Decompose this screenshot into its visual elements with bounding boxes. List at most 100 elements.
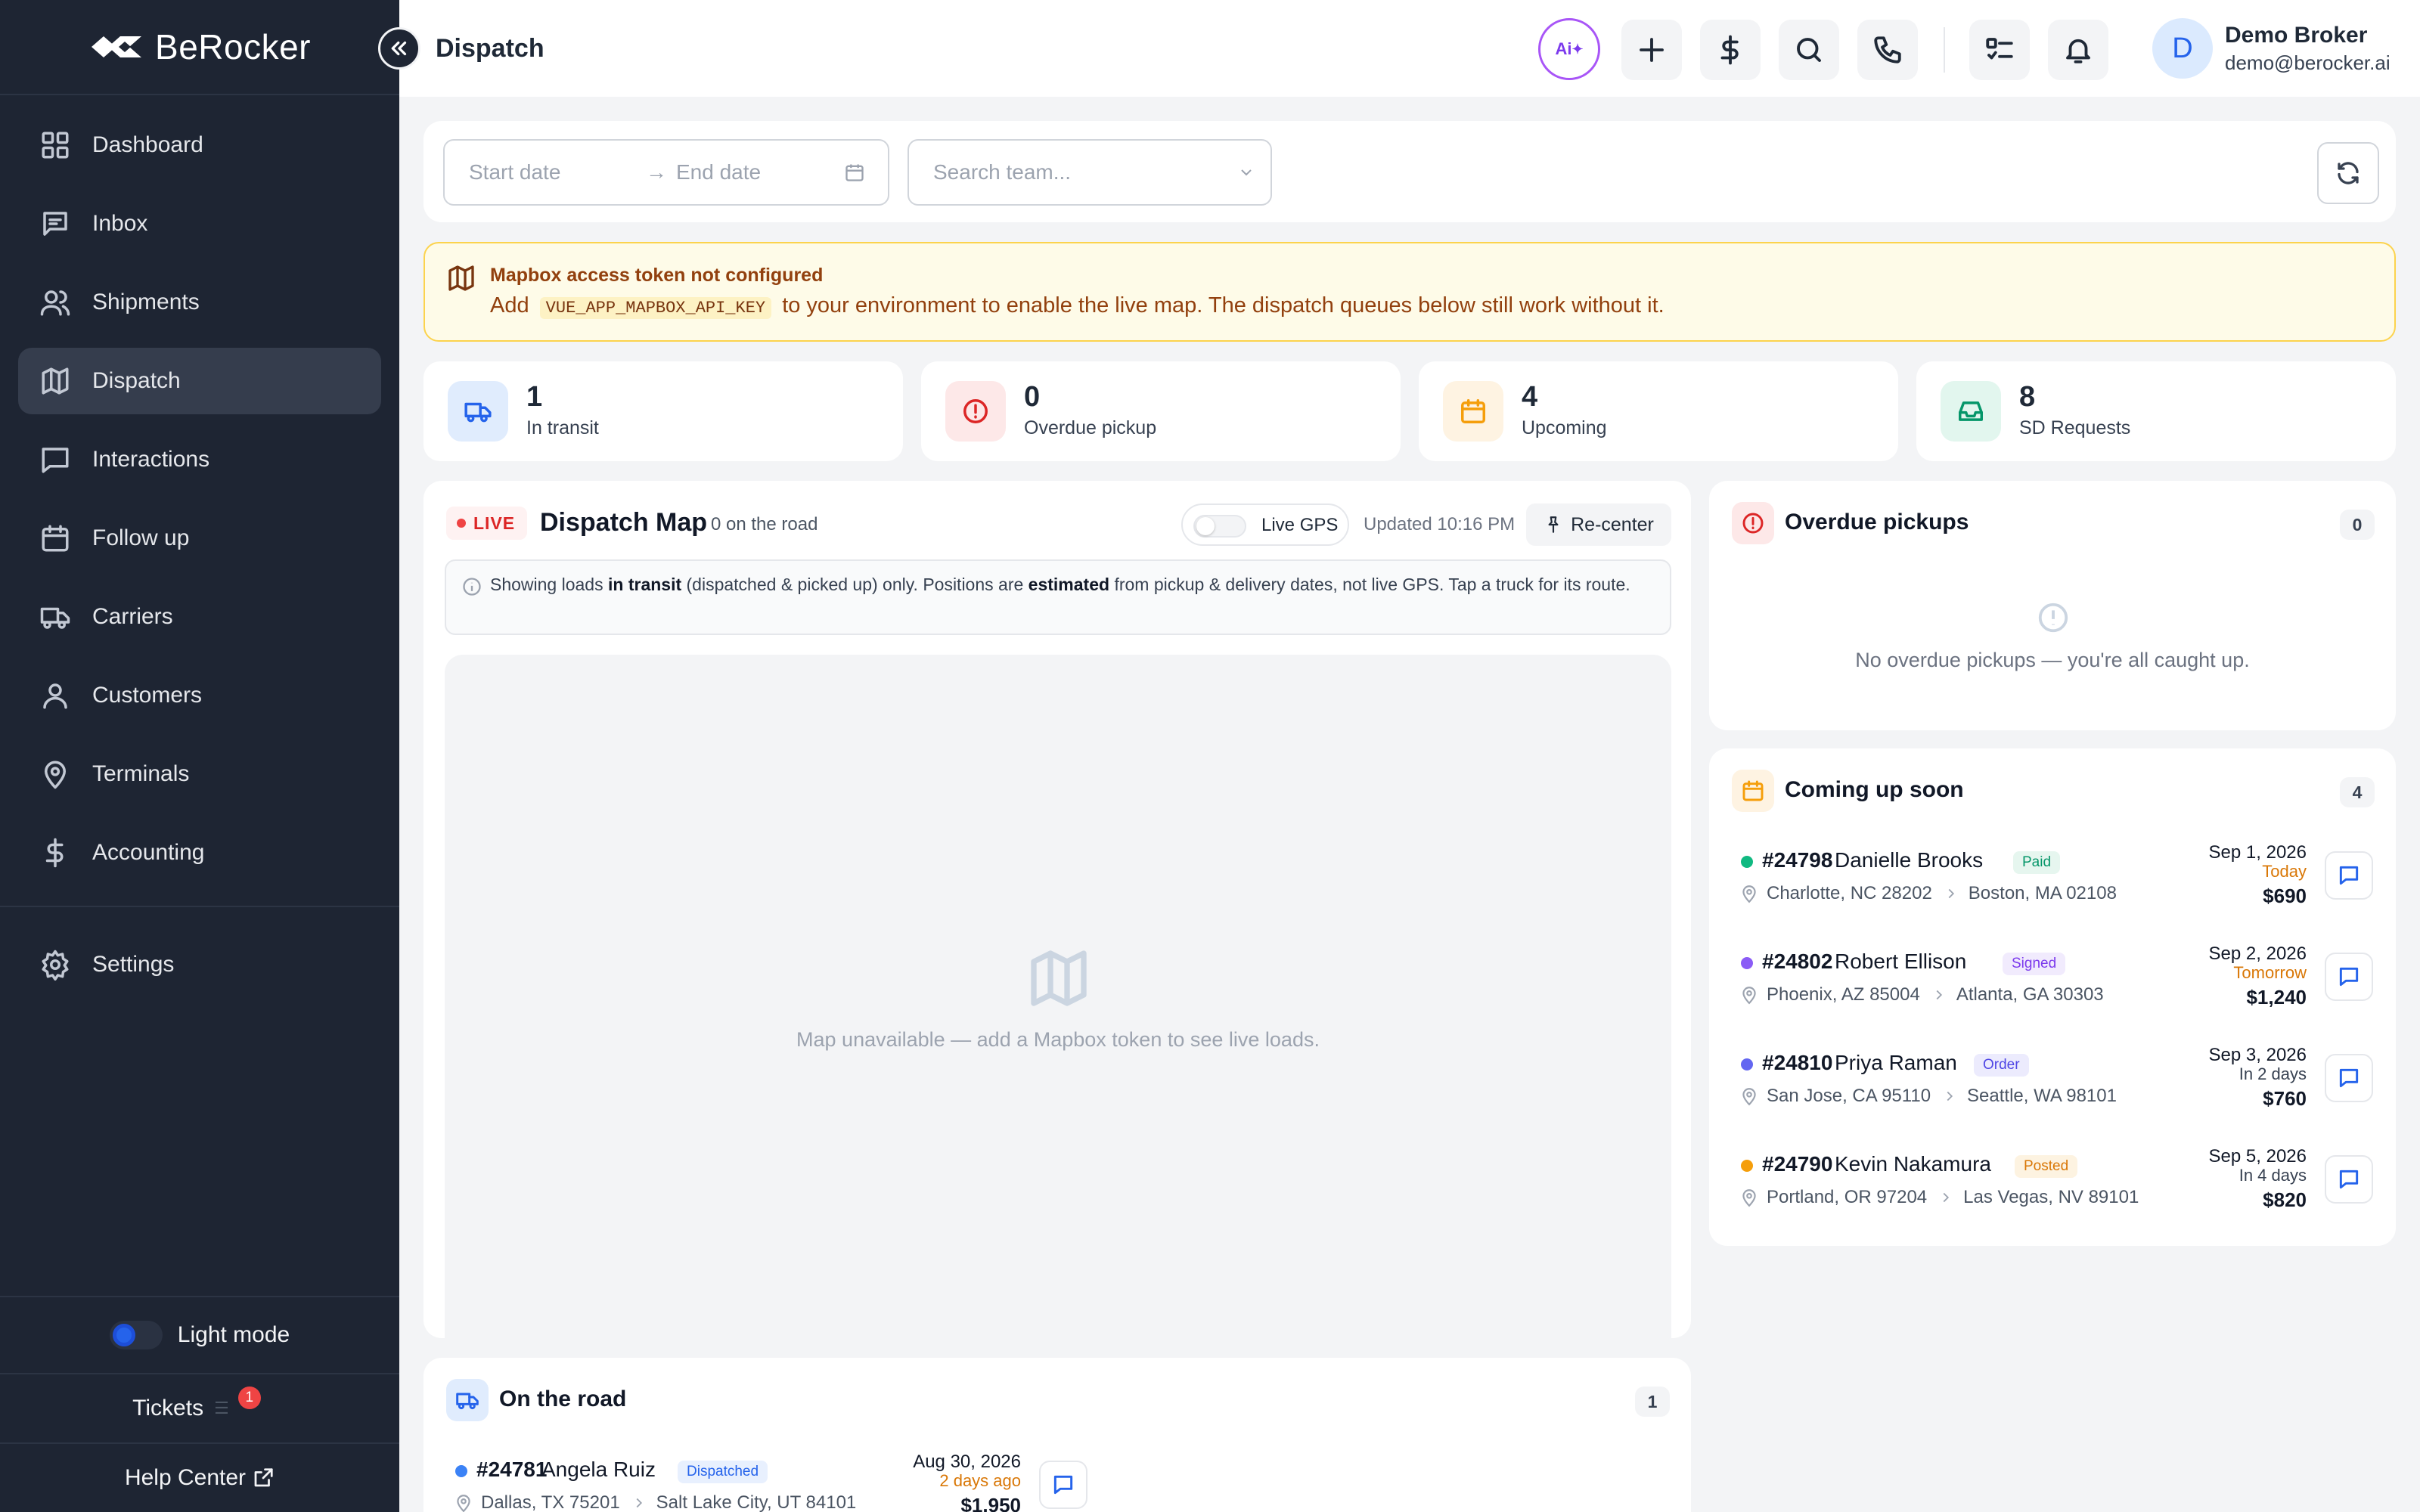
inbox-icon (43, 212, 67, 236)
refresh-button[interactable] (2317, 142, 2379, 204)
sidebar-item-dashboard[interactable]: Dashboard (18, 112, 381, 178)
tickets-link[interactable]: Tickets ☰ 1 (0, 1373, 399, 1442)
route: Charlotte, NC 28202 Boston, MA 02108 (1739, 883, 2117, 904)
map-info-text: Showing loads in transit (dispatched & p… (490, 575, 1630, 594)
sidebar-item-carriers[interactable]: Carriers (18, 584, 381, 650)
message-button[interactable] (2325, 1054, 2373, 1102)
stat-card-overdue-pickup[interactable]: 0 Overdue pickup (921, 361, 1401, 461)
list-item[interactable]: #24790 Kevin Nakamura Posted Portland, OR 9… (1732, 1137, 2373, 1222)
sidebar-item-customers[interactable]: Customers (18, 662, 381, 729)
search-button[interactable] (1779, 20, 1839, 80)
location-pin-icon (1742, 1189, 1756, 1207)
sidebar-footer: Light mode Tickets ☰ 1 Help Center (0, 1296, 399, 1512)
call-button[interactable] (1857, 20, 1918, 80)
route-destination: Seattle, WA 98101 (1967, 1086, 2117, 1106)
add-button[interactable] (1621, 20, 1682, 80)
help-center-link[interactable]: Help Center (0, 1442, 399, 1512)
avatar[interactable]: D (2152, 18, 2213, 79)
stat-label: In transit (526, 417, 599, 438)
sidebar-item-label: Customers (92, 683, 203, 708)
pickup-date: Aug 30, 2026 (913, 1452, 1021, 1472)
message-button[interactable] (2325, 1155, 2373, 1204)
end-date-input[interactable]: End date (676, 160, 761, 184)
customer-name: Danielle Brooks (1835, 848, 1984, 872)
live-gps-toggle[interactable]: Live GPS (1181, 503, 1349, 546)
relative-date: 2 days ago (939, 1471, 1021, 1490)
message-button[interactable] (2325, 953, 2373, 1001)
tickets-count-badge: 1 (237, 1387, 261, 1409)
alert-title: Mapbox access token not configured (490, 265, 824, 286)
map-icon (42, 367, 69, 395)
list-item[interactable]: #24802 Robert Ellison Signed Phoenix, AZ 85… (1732, 934, 2373, 1019)
load-amount: $820 (2263, 1188, 2307, 1211)
sidebar-item-settings[interactable]: Settings (18, 931, 381, 998)
empty-state-icon (2036, 600, 2071, 635)
billing-button[interactable] (1700, 20, 1761, 80)
pickup-date: Sep 5, 2026 (2208, 1146, 2307, 1167)
mapbox-warning-alert: Mapbox access token not configured Add V… (424, 242, 2396, 342)
stat-card-in-transit[interactable]: 1 In transit (424, 361, 903, 461)
start-date-input[interactable]: Start date (469, 160, 560, 184)
route-destination: Las Vegas, NV 89101 (1963, 1187, 2139, 1207)
sidebar-item-interactions[interactable]: Interactions (18, 426, 381, 493)
status-dot (455, 1465, 467, 1477)
stat-label: SD Requests (2019, 417, 2131, 438)
notifications-button[interactable] (2048, 20, 2108, 80)
sidebar-item-follow-up[interactable]: Follow up (18, 505, 381, 572)
map-canvas[interactable]: Map unavailable — add a Mapbox token to … (445, 655, 1671, 1338)
top-header: Dispatch Ai ✦ D Demo Broker demo@berocker… (399, 0, 2420, 97)
list-item[interactable]: #24798 Danielle Brooks Paid Charlotte, NC 2… (1732, 833, 2373, 918)
sidebar-item-shipments[interactable]: Shipments (18, 269, 381, 336)
brand-name: BeRocker (155, 27, 311, 67)
empty-state-message: No overdue pickups — you're all caught u… (1855, 649, 2250, 671)
filter-bar: Start date → End date Search team... (424, 121, 2396, 222)
load-id[interactable]: #24798 (1762, 848, 1832, 872)
bell-icon (2066, 39, 2090, 64)
stat-card-sd-requests[interactable]: 8 SD Requests (1916, 361, 2396, 461)
status-badge: Dispatched (678, 1461, 768, 1483)
list-item[interactable]: #24781 Angela Ruiz Dispatched Dallas, TX 75… (446, 1442, 1087, 1512)
load-id[interactable]: #24810 (1762, 1051, 1832, 1075)
checklist-icon (1986, 38, 2013, 60)
stat-card-upcoming[interactable]: 4 Upcoming (1419, 361, 1898, 461)
chevron-right-icon (636, 1498, 642, 1508)
date-range-picker[interactable]: Start date → End date (443, 139, 889, 206)
sidebar-item-label: Accounting (92, 840, 205, 865)
brand[interactable]: BeRocker (0, 0, 399, 95)
tasks-button[interactable] (1969, 20, 2030, 80)
chevron-down-icon (1241, 169, 1252, 176)
customer-name: Priya Raman (1835, 1051, 1957, 1074)
location-pin-icon (1742, 1088, 1756, 1106)
load-amount: $1,950 (960, 1494, 1021, 1512)
sidebar-item-accounting[interactable]: Accounting (18, 820, 381, 886)
live-badge: LIVE (446, 507, 528, 540)
customer-name: Angela Ruiz (541, 1458, 656, 1481)
team-search-select[interactable]: Search team... (908, 139, 1272, 206)
sidebar-item-terminals[interactable]: Terminals (18, 741, 381, 807)
load-id[interactable]: #24781 (476, 1458, 547, 1482)
chevrons-left-icon (391, 41, 407, 56)
load-id[interactable]: #24802 (1762, 950, 1832, 974)
list-item[interactable]: #24810 Priya Raman Order San Jose, CA 95110… (1732, 1036, 2373, 1120)
load-id[interactable]: #24790 (1762, 1152, 1832, 1176)
sidebar-item-dispatch[interactable]: Dispatch (18, 348, 381, 414)
route-destination: Atlanta, GA 30303 (1956, 984, 2104, 1005)
grid-icon (42, 132, 69, 159)
gps-switch[interactable] (1193, 515, 1246, 538)
theme-switch[interactable] (109, 1321, 163, 1349)
refresh-icon (2338, 162, 2359, 184)
message-button[interactable] (2325, 851, 2373, 900)
stat-icon-bg (1443, 381, 1503, 442)
gear-icon (42, 950, 69, 981)
sidebar-item-inbox[interactable]: Inbox (18, 191, 381, 257)
gps-label: Live GPS (1261, 515, 1339, 535)
sidebar-collapse-button[interactable] (378, 27, 420, 70)
status-badge: Posted (2015, 1155, 2078, 1178)
light-mode-toggle[interactable]: Light mode (0, 1296, 399, 1373)
ai-assistant-button[interactable]: Ai ✦ (1538, 18, 1600, 80)
load-amount: $760 (2263, 1087, 2307, 1110)
user-name[interactable]: Demo Broker (2225, 23, 2367, 48)
message-button[interactable] (1039, 1461, 1087, 1509)
recenter-button[interactable]: Re-center (1526, 503, 1671, 546)
sidebar-item-label: Follow up (92, 525, 190, 550)
